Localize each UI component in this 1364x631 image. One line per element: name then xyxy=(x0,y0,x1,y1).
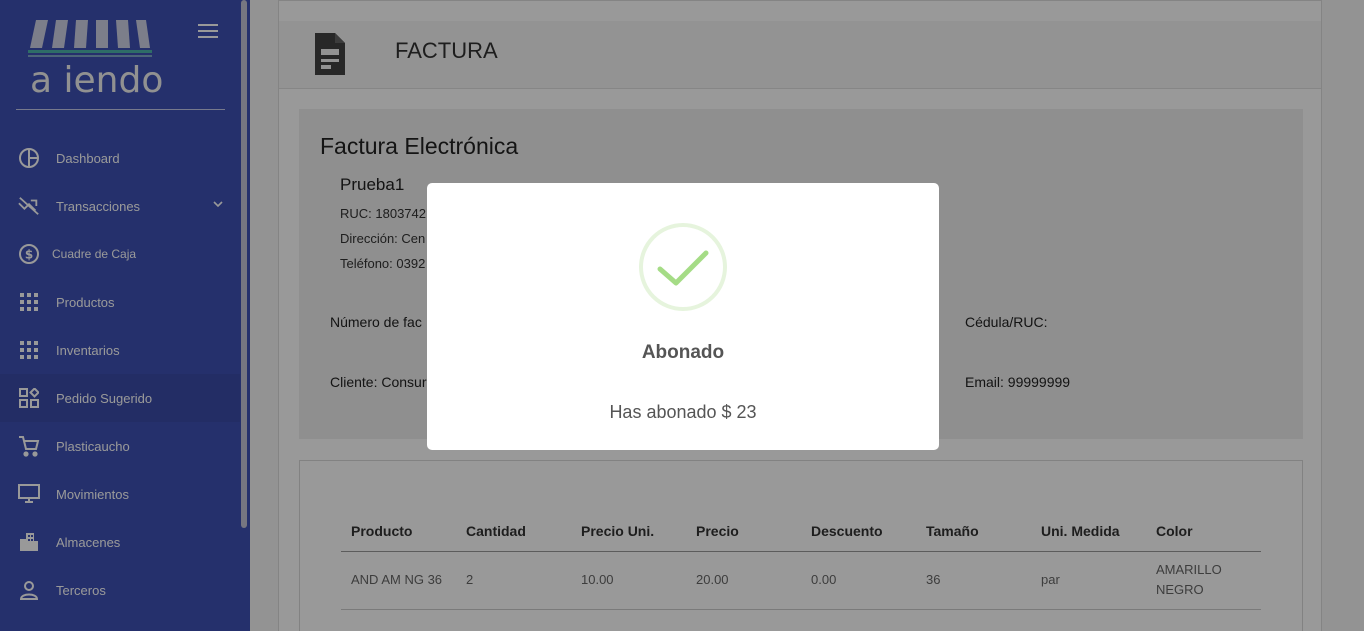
success-dialog: Abonado Has abonado $ 23 xyxy=(427,183,939,450)
dialog-title: Abonado xyxy=(641,342,725,363)
success-checkmark-icon xyxy=(639,223,727,311)
dialog-message: Has abonado $ 23 xyxy=(609,402,757,422)
